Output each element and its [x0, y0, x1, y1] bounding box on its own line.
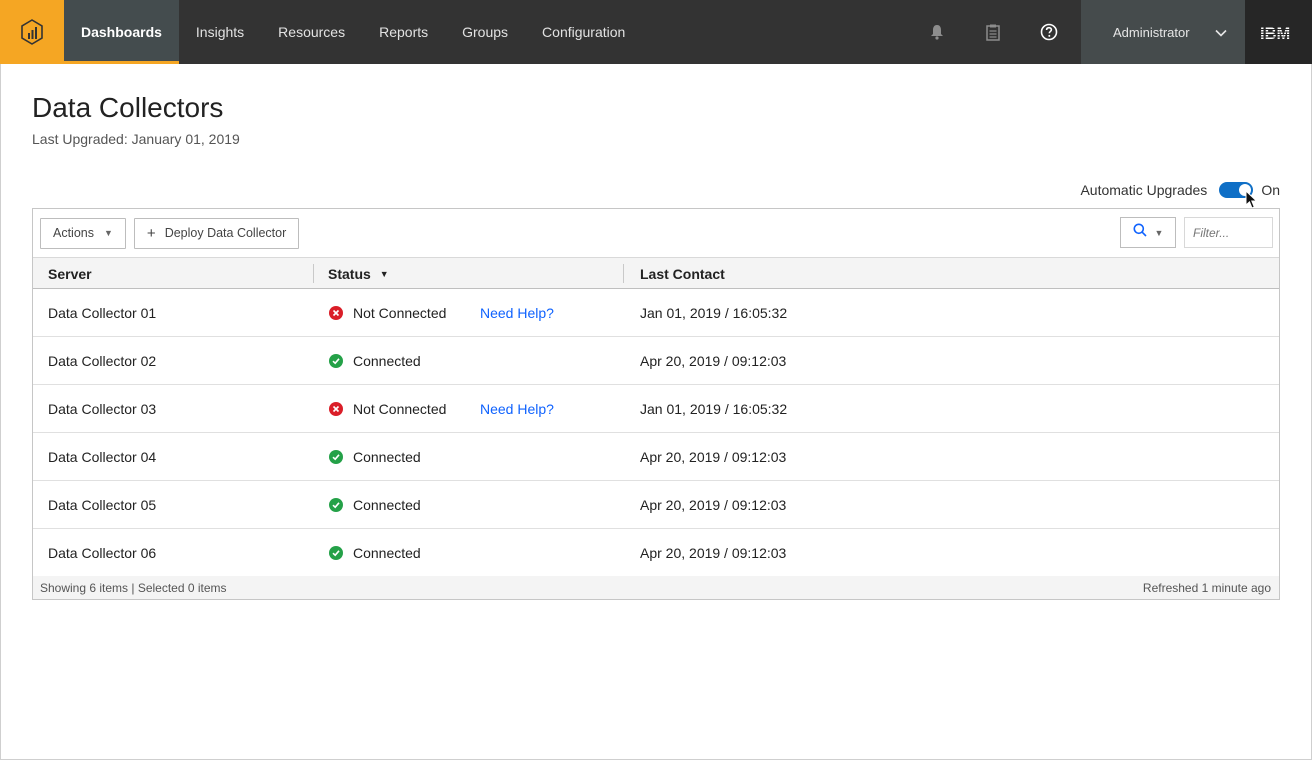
table-row[interactable]: Data Collector 06 Connected Apr 20, 2019 /…: [33, 529, 1279, 577]
column-header-server-label: Server: [48, 265, 92, 282]
need-help-link[interactable]: Need Help?: [480, 385, 554, 432]
error-x-icon: [329, 305, 343, 320]
connected-check-icon: [329, 353, 343, 368]
server-name: Data Collector 05: [48, 496, 157, 513]
search-dropdown-button[interactable]: ▼: [1120, 217, 1176, 248]
status-text: Connected: [353, 496, 421, 513]
status-cell: Not Connected: [329, 289, 446, 336]
column-header-server[interactable]: Server: [48, 258, 92, 289]
toggle-state-label: On: [1261, 182, 1280, 198]
table-row[interactable]: Data Collector 05 Connected Apr 20, 2019 /…: [33, 481, 1279, 529]
actions-dropdown-button[interactable]: Actions ▼: [40, 217, 126, 249]
table-row[interactable]: Data Collector 01 Not Connected Need Help?…: [33, 289, 1279, 337]
column-header-last-contact-label: Last Contact: [640, 265, 725, 282]
chevron-down-icon: [1215, 25, 1227, 40]
caret-down-icon: ▼: [104, 228, 113, 238]
ibm-logo: IBM: [1245, 0, 1312, 64]
deploy-label: Deploy Data Collector: [164, 226, 287, 240]
table-toolbar: Actions ▼ + Deploy Data Collector ▼: [33, 209, 1279, 257]
caret-down-icon: ▼: [1154, 227, 1164, 238]
status-cell: Connected: [329, 337, 421, 384]
last-contact-time: Apr 20, 2019 / 09:12:03: [640, 448, 787, 465]
user-name: Administrator: [1113, 24, 1190, 40]
clipboard-icon[interactable]: [965, 0, 1021, 64]
server-name: Data Collector 01: [48, 304, 157, 321]
deploy-data-collector-button[interactable]: + Deploy Data Collector: [133, 217, 300, 249]
status-cell: Connected: [329, 433, 421, 480]
server-name: Data Collector 02: [48, 352, 157, 369]
actions-label: Actions: [53, 226, 94, 240]
column-header-last-contact[interactable]: Last Contact: [640, 258, 725, 289]
table-row[interactable]: Data Collector 03 Not Connected Need Help?…: [33, 385, 1279, 433]
error-x-icon: [329, 401, 343, 416]
product-logo-icon[interactable]: [0, 0, 64, 64]
nav-item-dashboards[interactable]: Dashboards: [64, 0, 179, 64]
table-row[interactable]: Data Collector 04 Connected Apr 20, 2019 /…: [33, 433, 1279, 481]
automatic-upgrades-label: Automatic Upgrades: [1080, 182, 1208, 198]
table-row[interactable]: Data Collector 02 Connected Apr 20, 2019 /…: [33, 337, 1279, 385]
connected-check-icon: [329, 449, 343, 464]
filter-input[interactable]: [1184, 217, 1273, 248]
table-footer: Showing 6 items | Selected 0 items Refre…: [33, 576, 1279, 599]
page-title: Data Collectors: [32, 92, 224, 123]
last-upgraded-text: Last Upgraded: January 01, 2019: [32, 131, 240, 147]
top-navigation: Dashboards Insights Resources Reports Gr…: [0, 0, 1312, 64]
status-cell: Connected: [329, 529, 421, 576]
last-contact-time: Apr 20, 2019 / 09:12:03: [640, 496, 787, 513]
nav-item-reports[interactable]: Reports: [362, 0, 445, 64]
connected-check-icon: [329, 497, 343, 512]
table-header: Server Status ▼ Last Contact: [33, 257, 1279, 289]
need-help-link[interactable]: Need Help?: [480, 289, 554, 336]
user-menu[interactable]: Administrator: [1081, 0, 1245, 64]
server-name: Data Collector 03: [48, 400, 157, 417]
nav-item-insights[interactable]: Insights: [179, 0, 261, 64]
status-text: Not Connected: [353, 400, 447, 417]
nav-item-configuration[interactable]: Configuration: [525, 0, 642, 64]
column-divider: [623, 264, 624, 283]
column-divider: [313, 264, 314, 283]
bell-icon[interactable]: [909, 0, 965, 64]
last-contact-time: Apr 20, 2019 / 09:12:03: [640, 352, 787, 369]
data-collectors-panel: Actions ▼ + Deploy Data Collector ▼ Serv…: [32, 208, 1280, 600]
refresh-status-text: Refreshed 1 minute ago: [1142, 580, 1271, 595]
plus-icon: +: [146, 224, 156, 242]
column-header-status-label: Status: [328, 265, 371, 282]
server-name: Data Collector 06: [48, 544, 157, 561]
last-contact-time: Jan 01, 2019 / 16:05:32: [640, 304, 788, 321]
nav-item-groups[interactable]: Groups: [445, 0, 525, 64]
item-count-text: Showing 6 items | Selected 0 items: [40, 580, 227, 595]
last-contact-time: Jan 01, 2019 / 16:05:32: [640, 400, 788, 417]
column-header-status[interactable]: Status ▼: [328, 258, 389, 289]
sort-down-icon: ▼: [379, 268, 389, 279]
status-cell: Connected: [329, 481, 421, 528]
status-text: Connected: [353, 544, 421, 561]
status-text: Connected: [353, 448, 421, 465]
nav-item-resources[interactable]: Resources: [261, 0, 362, 64]
status-cell: Not Connected: [329, 385, 446, 432]
connected-check-icon: [329, 545, 343, 560]
help-icon[interactable]: [1021, 0, 1077, 64]
svg-text:IBM: IBM: [1260, 25, 1290, 40]
last-contact-time: Apr 20, 2019 / 09:12:03: [640, 544, 787, 561]
search-icon: [1133, 223, 1147, 242]
status-text: Connected: [353, 352, 421, 369]
table-body: Data Collector 01 Not Connected Need Help?…: [33, 289, 1279, 577]
server-name: Data Collector 04: [48, 448, 157, 465]
status-text: Not Connected: [353, 304, 447, 321]
